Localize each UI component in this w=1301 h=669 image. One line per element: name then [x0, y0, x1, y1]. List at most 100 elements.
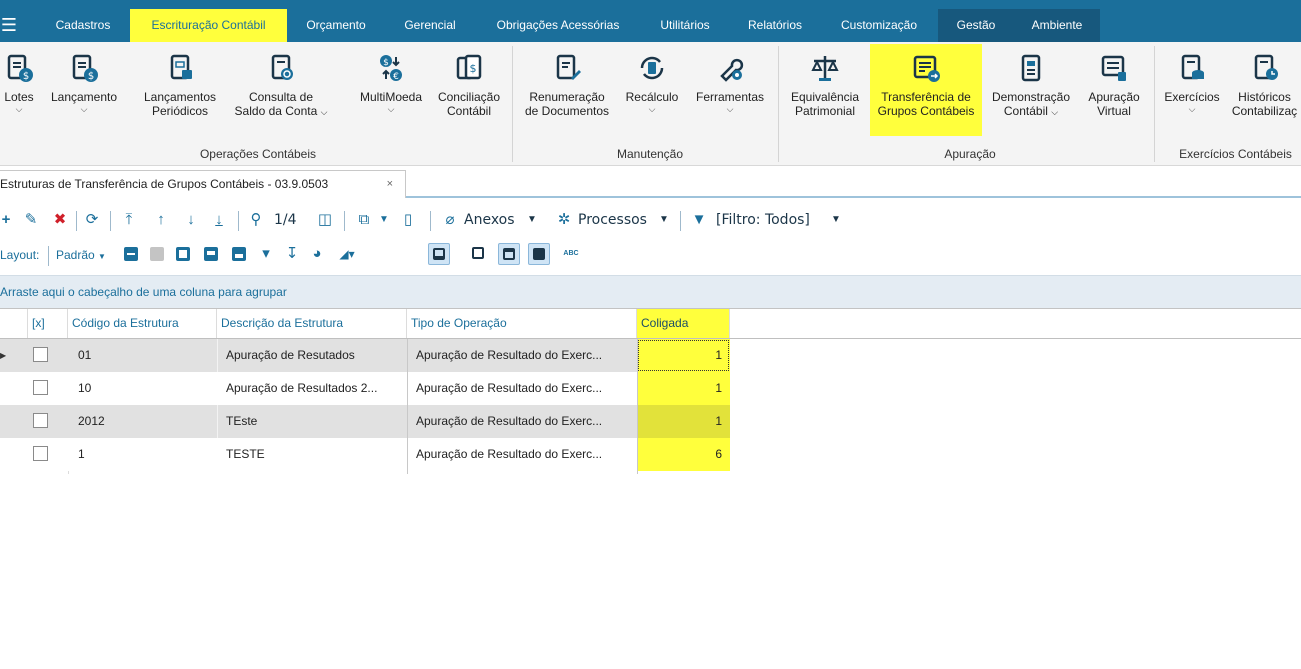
move-up-icon[interactable]	[204, 247, 218, 261]
cell-coligada: 6	[637, 438, 730, 471]
pin-icon[interactable]: ↧	[284, 244, 300, 264]
chevron-down-icon: ⌵	[80, 104, 88, 114]
column-header-descricao[interactable]: Descrição da Estrutura	[217, 309, 407, 338]
filter-selector[interactable]: [Filtro: Todos]	[716, 210, 826, 230]
delete-icon[interactable]: ✖	[50, 210, 70, 230]
column-header-codigo[interactable]: Código da Estrutura	[68, 309, 217, 338]
filter-icon[interactable]: ▼	[690, 210, 708, 230]
layout-option-4[interactable]	[528, 243, 550, 265]
spellcheck-icon[interactable]: ABC	[560, 244, 582, 264]
document-icon[interactable]: ▯	[398, 210, 418, 230]
menu-gerencial[interactable]: Gerencial	[390, 9, 470, 42]
apuracao-virtual-button[interactable]: Apuração Virtual	[1080, 44, 1148, 136]
cell-tipo: Apuração de Resultado do Exerc...	[416, 381, 603, 395]
menu-gestao[interactable]: Gestão	[938, 9, 1014, 42]
chevron-down-icon[interactable]: ▼	[526, 210, 538, 230]
cell-descricao: Apuração de Resultados 2...	[226, 381, 378, 395]
currency-exchange-icon: $€	[380, 55, 402, 82]
menu-customizacao[interactable]: Customização	[826, 9, 932, 42]
layout-toolbar: Layout: Padrão ▼ ▾ ↧ ◕ ◢▾ ABC	[0, 238, 1301, 272]
menu-obrigacoes-acessorias[interactable]: Obrigações Acessórias	[478, 9, 638, 42]
renumeracao-documentos-button[interactable]: Renumeração de Documentos	[518, 44, 616, 136]
menu-utilitarios[interactable]: Utilitários	[645, 9, 725, 42]
tab-estruturas-transferencia[interactable]: Estruturas de Transferência de Grupos Co…	[0, 170, 406, 198]
app-menu-icon[interactable]: ☰	[0, 9, 18, 42]
previous-record-icon[interactable]: ↑	[152, 210, 170, 230]
group-icon[interactable]	[176, 247, 190, 261]
close-icon[interactable]: ×	[387, 171, 393, 197]
first-record-icon[interactable]: ⤒	[120, 210, 138, 230]
document-tab-bar: Estruturas de Transferência de Grupos Co…	[0, 166, 1301, 198]
lotes-button[interactable]: $ Lotes ⌵	[0, 44, 38, 136]
layout-option-2[interactable]	[468, 243, 490, 265]
scale-icon	[811, 56, 839, 81]
document-database-icon	[1181, 54, 1204, 80]
chevron-down-icon[interactable]: ▼	[658, 210, 670, 230]
multimoeda-button[interactable]: $ € MultiMoeda ⌵	[354, 44, 428, 136]
refresh-icon[interactable]: ⟳	[82, 210, 102, 230]
equivalencia-patrimonial-button[interactable]: Equivalência Patrimonial	[784, 44, 866, 136]
chart-icon[interactable]: ◢▾	[334, 244, 360, 264]
conciliacao-contabil-button[interactable]: $ Conciliação Contábil	[431, 44, 507, 136]
group-by-area[interactable]: Arraste aqui o cabeçalho de uma coluna p…	[0, 275, 1301, 309]
search-icon[interactable]: ⚲	[246, 210, 266, 230]
menu-orcamento[interactable]: Orçamento	[292, 9, 380, 42]
paperclip-icon[interactable]: ⌀	[440, 210, 460, 230]
shapes-icon[interactable]: ◕	[308, 244, 326, 264]
anexos-menu[interactable]: Anexos	[464, 210, 524, 230]
table-row[interactable]: 10 Apuração de Resultados 2... Apuração …	[0, 372, 730, 405]
document-calendar-icon	[170, 54, 192, 80]
ferramentas-button[interactable]: Ferramentas ⌵	[688, 44, 772, 136]
edit-pencil-icon[interactable]: ✎	[22, 210, 40, 230]
chevron-down-icon: ⌵	[320, 107, 328, 117]
refresh-document-icon	[640, 56, 664, 80]
row-checkbox[interactable]	[33, 380, 48, 395]
lancamento-button[interactable]: $ Lançamento ⌵	[44, 44, 124, 136]
wrench-gear-icon	[720, 58, 744, 82]
document-money-icon: $	[7, 54, 33, 82]
open-external-icon[interactable]: ⧉	[354, 210, 374, 230]
menu-cadastros[interactable]: Cadastros	[40, 9, 126, 42]
recalculo-button[interactable]: Recálculo ⌵	[620, 44, 684, 136]
expand-all-icon[interactable]	[124, 247, 138, 261]
menu-escrituracao-contabil[interactable]: Escrituração Contábil	[130, 9, 287, 42]
column-header-coligada[interactable]: Coligada	[637, 309, 730, 338]
grid-view-icon[interactable]: ◫	[314, 210, 336, 230]
lancamentos-periodicos-button[interactable]: Lançamentos Periódicos	[136, 44, 224, 136]
cell-codigo: 1	[78, 447, 85, 461]
cell-codigo: 10	[78, 381, 92, 395]
historicos-contabilizacao-button[interactable]: Históricos Contabilizaç	[1228, 44, 1301, 136]
chevron-down-icon: ⌵	[648, 104, 656, 114]
exercicios-button[interactable]: Exercícios ⌵	[1158, 44, 1226, 136]
row-checkbox[interactable]	[33, 446, 48, 461]
table-row[interactable]: 2012 TEste Apuração de Resultado do Exer…	[0, 405, 730, 438]
gear-icon[interactable]: ✲	[554, 210, 574, 230]
layout-option-3[interactable]	[498, 243, 520, 265]
row-checkbox[interactable]	[33, 413, 48, 428]
chevron-down-icon[interactable]: ▼	[378, 210, 390, 230]
menu-relatorios[interactable]: Relatórios	[733, 9, 817, 42]
demonstracao-contabil-button[interactable]: Demonstração Contábil ⌵	[984, 44, 1078, 136]
svg-text:$: $	[88, 71, 94, 82]
layout-label: Layout:	[0, 248, 40, 262]
group-label-apuracao: Apuração	[944, 147, 996, 161]
processos-menu[interactable]: Processos	[578, 210, 654, 230]
transferencia-grupos-contabeis-button[interactable]: Transferência de Grupos Contábeis	[870, 44, 982, 136]
table-row[interactable]: ▶ 01 Apuração de Resutados Apuração de R…	[0, 339, 730, 372]
cell-descricao: Apuração de Resutados	[226, 348, 355, 362]
last-record-icon[interactable]: ↓	[210, 210, 228, 230]
menu-ambiente[interactable]: Ambiente	[1014, 9, 1100, 42]
format-paint-icon[interactable]: ▾	[258, 244, 274, 264]
consulta-saldo-button[interactable]: Consulta de Saldo da Conta ⌵	[226, 44, 336, 136]
column-header-select[interactable]: [x]	[28, 309, 68, 338]
row-checkbox[interactable]	[33, 347, 48, 362]
next-record-icon[interactable]: ↓	[182, 210, 200, 230]
layout-selector[interactable]: Padrão ▼	[56, 246, 118, 264]
column-header-tipo[interactable]: Tipo de Operação	[407, 309, 637, 338]
move-down-icon[interactable]	[232, 247, 246, 261]
chevron-down-icon[interactable]: ▼	[830, 210, 842, 230]
table-row[interactable]: 1 TESTE Apuração de Resultado do Exerc..…	[0, 438, 730, 471]
layout-option-1[interactable]	[428, 243, 450, 265]
chevron-down-icon: ⌵	[1051, 107, 1059, 117]
add-icon[interactable]: +	[0, 210, 12, 230]
